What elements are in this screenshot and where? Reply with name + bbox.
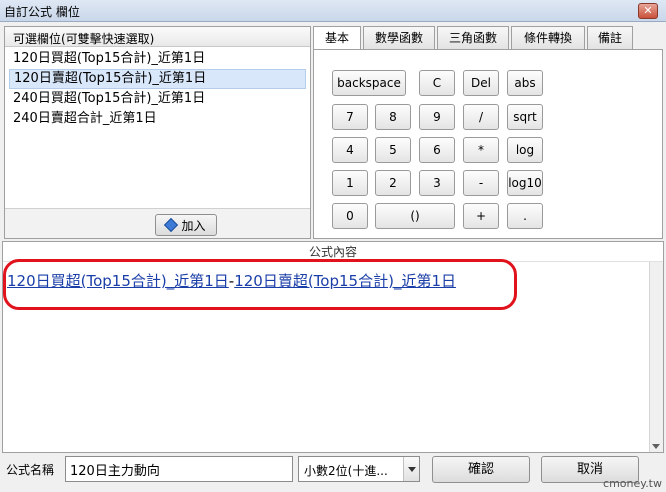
add-button[interactable]: 加入 bbox=[155, 214, 217, 236]
keypad-panel: backspace C Del abs 7 8 9 / sqrt 4 5 6 *… bbox=[313, 49, 663, 239]
field-list-header: 可選欄位(可雙擊快速選取) bbox=[5, 27, 310, 47]
key-2[interactable]: 2 bbox=[375, 170, 411, 196]
multiply-key[interactable]: * bbox=[463, 137, 499, 163]
tab-strip: 基本 數學函數 三角函數 條件轉換 備註 bbox=[313, 26, 663, 51]
delete-key[interactable]: Del bbox=[463, 70, 499, 96]
field-list: 120日買超(Top15合計)_近第1日 120日賣超(Top15合計)_近第1… bbox=[5, 47, 310, 131]
tab-notes[interactable]: 備註 bbox=[587, 26, 633, 50]
formula-name-label: 公式名稱 bbox=[6, 463, 55, 477]
watermark: cmoney.tw bbox=[603, 477, 662, 490]
minus-key[interactable]: - bbox=[463, 170, 499, 196]
key-7[interactable]: 7 bbox=[332, 104, 368, 130]
decimal-places-value: 小數2位(十進... bbox=[304, 464, 388, 478]
key-3[interactable]: 3 bbox=[419, 170, 455, 196]
key-6[interactable]: 6 bbox=[419, 137, 455, 163]
divide-key[interactable]: / bbox=[463, 104, 499, 130]
tab-math[interactable]: 數學函數 bbox=[363, 26, 435, 50]
formula-editor[interactable]: 公式內容 120日買超(Top15合計)_近第1日-120日賣超(Top15合計… bbox=[2, 241, 664, 453]
add-button-label: 加入 bbox=[181, 218, 206, 233]
list-item-selected[interactable]: 120日賣超(Top15合計)_近第1日 bbox=[9, 69, 306, 89]
list-item[interactable]: 240日買超(Top15合計)_近第1日 bbox=[9, 89, 306, 109]
key-1[interactable]: 1 bbox=[332, 170, 368, 196]
list-item[interactable]: 240日賣超合計_近第1日 bbox=[9, 109, 306, 129]
key-4[interactable]: 4 bbox=[332, 137, 368, 163]
backspace-key[interactable]: backspace bbox=[332, 70, 406, 96]
abs-key[interactable]: abs bbox=[507, 70, 543, 96]
title-bar: 自訂公式 欄位 ✕ bbox=[0, 0, 666, 22]
plus-key[interactable]: + bbox=[463, 203, 499, 229]
scroll-down-icon[interactable] bbox=[652, 444, 660, 449]
sqrt-key[interactable]: sqrt bbox=[507, 104, 543, 130]
add-bar: 加入 bbox=[5, 208, 310, 238]
close-icon: ✕ bbox=[643, 4, 653, 17]
clear-key[interactable]: C bbox=[419, 70, 455, 96]
tab-condition[interactable]: 條件轉換 bbox=[511, 26, 585, 50]
log-key[interactable]: log bbox=[507, 137, 543, 163]
field-list-panel: 可選欄位(可雙擊快速選取) 120日買超(Top15合計)_近第1日 120日賣… bbox=[4, 26, 311, 239]
tab-basic[interactable]: 基本 bbox=[313, 26, 361, 51]
key-5[interactable]: 5 bbox=[375, 137, 411, 163]
gem-icon bbox=[164, 217, 179, 233]
close-button[interactable]: ✕ bbox=[638, 3, 658, 19]
chevron-down-icon[interactable] bbox=[403, 457, 419, 481]
decimal-places-dropdown[interactable]: 小數2位(十進... bbox=[298, 456, 420, 482]
tab-trig[interactable]: 三角函數 bbox=[437, 26, 509, 50]
formula-name-input[interactable] bbox=[65, 456, 293, 482]
log10-key[interactable]: log10 bbox=[507, 170, 543, 196]
confirm-button[interactable]: 確認 bbox=[432, 456, 530, 483]
list-item[interactable]: 120日買超(Top15合計)_近第1日 bbox=[9, 49, 306, 69]
parentheses-key[interactable]: () bbox=[375, 203, 455, 229]
highlight-annotation bbox=[3, 259, 517, 310]
window-title: 自訂公式 欄位 bbox=[4, 5, 80, 19]
vertical-scrollbar[interactable] bbox=[649, 262, 663, 452]
decimal-point-key[interactable]: . bbox=[507, 203, 543, 229]
key-0[interactable]: 0 bbox=[332, 203, 368, 229]
key-9[interactable]: 9 bbox=[419, 104, 455, 130]
key-8[interactable]: 8 bbox=[375, 104, 411, 130]
